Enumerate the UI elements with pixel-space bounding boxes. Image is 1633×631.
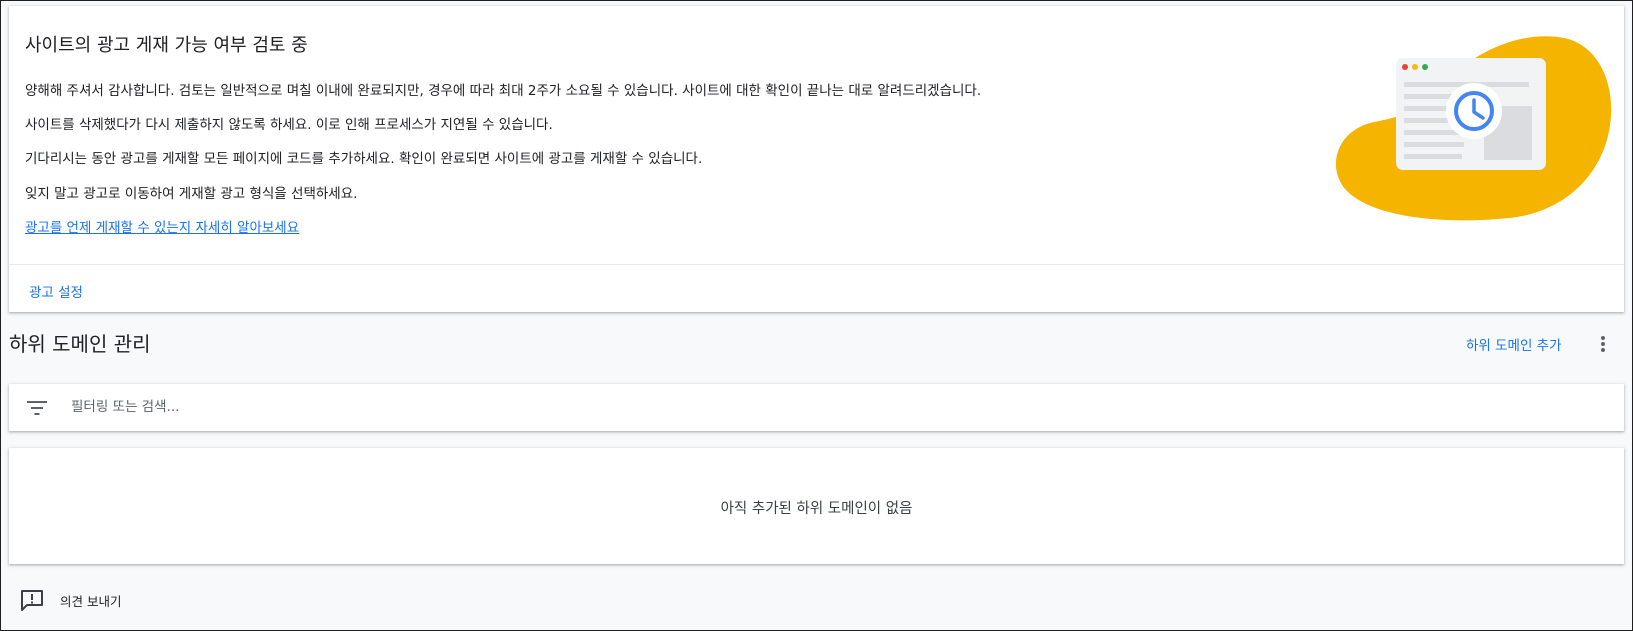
site-review-card: 사이트의 광고 게재 가능 여부 검토 중 양해해 주셔서 감사합니다. 검토는… — [9, 6, 1624, 312]
window-dot-yellow — [1412, 64, 1418, 70]
subdomain-section-title: 하위 도메인 관리 — [9, 332, 151, 356]
empty-state-message: 아직 추가된 하위 도메인이 없음 — [720, 501, 913, 517]
add-subdomain-button[interactable]: 하위 도메인 추가 — [1466, 334, 1562, 354]
review-paragraph: 잊지 말고 광고로 이동하여 게재할 광고 형식을 선택하세요. — [25, 186, 358, 202]
ad-settings-link[interactable]: 광고 설정 — [29, 281, 83, 301]
send-feedback-button[interactable]: 의견 보내기 — [19, 588, 121, 612]
review-paragraph: 양해해 주셔서 감사합니다. 검토는 일반적으로 며칠 이내에 완료되지만, 경… — [25, 83, 982, 99]
clock-browser-illustration — [1335, 36, 1612, 221]
card-divider — [9, 264, 1624, 265]
window-dot-green — [1422, 64, 1428, 70]
feedback-icon — [21, 590, 43, 611]
window-dot-red — [1402, 64, 1408, 70]
filter-icon[interactable] — [25, 398, 49, 418]
review-paragraph: 사이트를 삭제했다가 다시 제출하지 않도록 하세요. 이로 인해 프로세스가 … — [25, 117, 553, 133]
learn-more-link[interactable]: 광고를 언제 게재할 수 있는지 자세히 알아보세요 — [25, 216, 299, 236]
review-title: 사이트의 광고 게재 가능 여부 검토 중 — [25, 35, 308, 56]
filter-search-input[interactable] — [71, 392, 1571, 422]
more-vert-icon[interactable] — [1593, 334, 1613, 354]
subdomain-list-empty: 아직 추가된 하위 도메인이 없음 — [9, 448, 1624, 564]
page-frame: 사이트의 광고 게재 가능 여부 검토 중 양해해 주셔서 감사합니다. 검토는… — [0, 0, 1633, 631]
review-paragraph: 기다리시는 동안 광고를 게재할 모든 페이지에 코드를 추가하세요. 확인이 … — [25, 151, 703, 167]
filter-bar — [9, 384, 1624, 431]
feedback-label: 의견 보내기 — [60, 593, 122, 609]
